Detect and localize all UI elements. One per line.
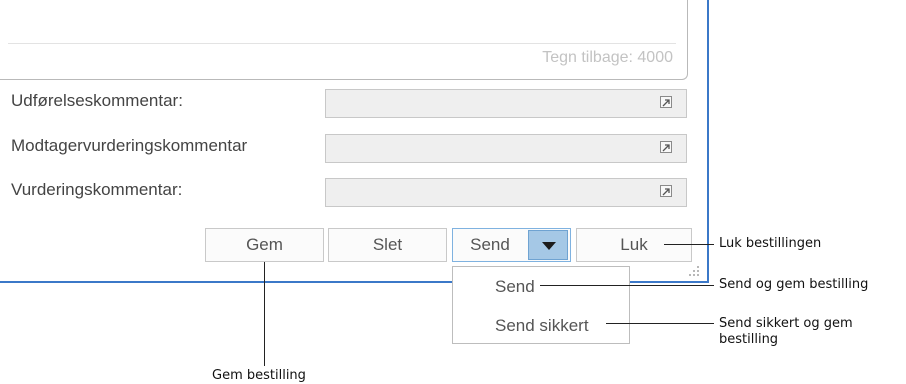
send-dropdown-menu: Send Send sikkert — [452, 266, 630, 344]
field-label-modtagervurdering: Modtagervurderingskommentar — [11, 136, 248, 155]
window-border-right — [707, 0, 709, 283]
resize-grip-icon[interactable] — [688, 265, 702, 279]
gem-button[interactable]: Gem — [205, 228, 324, 262]
callout-line-luk — [664, 244, 714, 245]
callout-send-sikkert: Send sikkert og gem bestilling — [719, 316, 853, 347]
modtagervurderingskommentar-field[interactable] — [325, 134, 687, 163]
expand-icon[interactable] — [660, 141, 672, 153]
send-dropdown-button[interactable] — [528, 230, 568, 260]
callout-luk-bestillingen: Luk bestillingen — [719, 236, 822, 251]
field-label-vurdering: Vurderingskommentar: — [11, 180, 183, 199]
char-counter: Tegn tilbage: 4000 — [542, 49, 673, 66]
expand-icon[interactable] — [660, 96, 672, 108]
menu-item-send[interactable]: Send — [495, 277, 535, 297]
send-button-label[interactable]: Send — [453, 229, 527, 261]
triangle-down-icon — [542, 242, 556, 250]
menu-item-send-sikkert[interactable]: Send sikkert — [495, 316, 589, 336]
luk-button[interactable]: Luk — [576, 228, 692, 262]
callout-line-gem — [264, 262, 265, 366]
send-split-button[interactable]: Send — [452, 228, 571, 262]
description-textarea[interactable] — [0, 0, 688, 80]
callout-gem-bestilling: Gem bestilling — [212, 368, 306, 383]
expand-icon[interactable] — [660, 185, 672, 197]
vurderingskommentar-field[interactable] — [325, 178, 687, 207]
udforelseskommentar-field[interactable] — [325, 89, 687, 118]
field-label-udforelse: Udførelseskommentar: — [11, 91, 183, 110]
callout-line-send — [540, 285, 714, 286]
slet-button[interactable]: Slet — [328, 228, 447, 262]
textarea-divider — [8, 43, 676, 44]
callout-line-send-sikkert — [606, 323, 714, 324]
callout-send-og-gem: Send og gem bestilling — [719, 277, 869, 292]
